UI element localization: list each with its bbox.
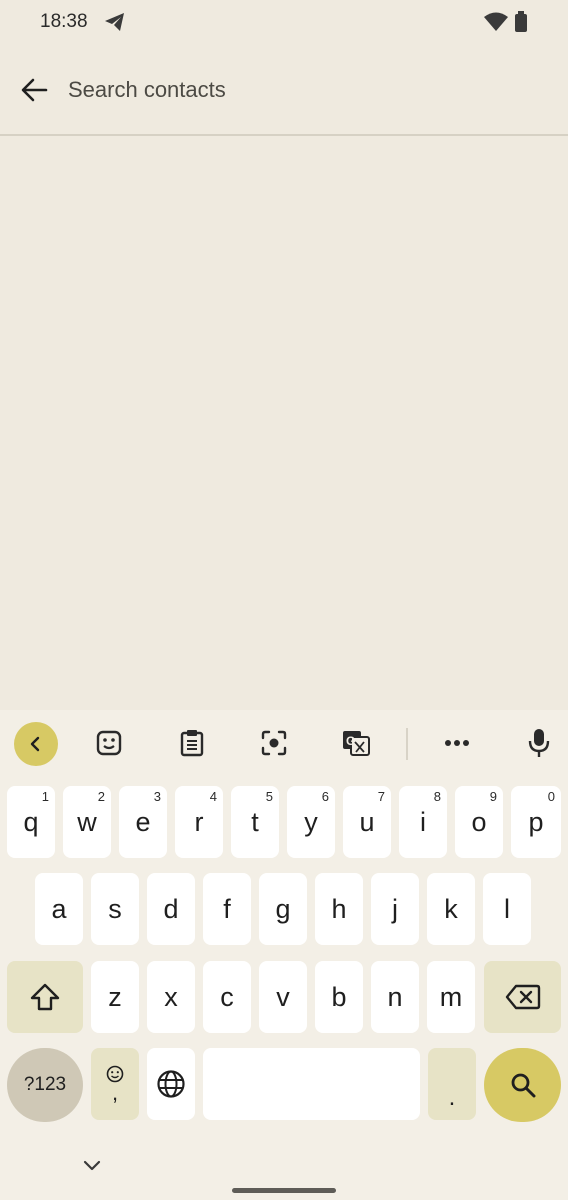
chevron-left-icon <box>30 736 40 752</box>
key-g[interactable]: g <box>259 873 307 945</box>
search-enter-key[interactable] <box>484 1048 561 1122</box>
mic-icon <box>528 729 550 757</box>
key-m[interactable]: m <box>427 961 475 1033</box>
translate-button[interactable]: G <box>333 720 379 766</box>
key-w[interactable]: w2 <box>63 786 111 858</box>
keyboard: G q1 w2 e3 r4 t5 y6 u7 i8 o9 p0 a s d f … <box>0 710 568 1200</box>
period-key[interactable]: . <box>428 1048 476 1120</box>
key-u[interactable]: u7 <box>343 786 391 858</box>
back-button[interactable] <box>10 66 58 114</box>
key-d[interactable]: d <box>147 873 195 945</box>
keyboard-toolbar: G <box>0 710 568 776</box>
key-j[interactable]: j <box>371 873 419 945</box>
key-l[interactable]: l <box>483 873 531 945</box>
battery-icon <box>514 11 528 38</box>
key-x[interactable]: x <box>147 961 195 1033</box>
key-q[interactable]: q1 <box>7 786 55 858</box>
shift-key[interactable] <box>7 961 83 1033</box>
key-i[interactable]: i8 <box>399 786 447 858</box>
key-n[interactable]: n <box>371 961 419 1033</box>
wifi-icon <box>484 12 508 37</box>
key-c[interactable]: c <box>203 961 251 1033</box>
key-e[interactable]: e3 <box>119 786 167 858</box>
clipboard-icon <box>180 730 204 757</box>
key-r[interactable]: r4 <box>175 786 223 858</box>
svg-text:G: G <box>346 734 355 748</box>
language-key[interactable] <box>147 1048 195 1120</box>
mic-button[interactable] <box>516 720 562 766</box>
search-header <box>0 44 568 136</box>
key-t[interactable]: t5 <box>231 786 279 858</box>
hide-keyboard-button[interactable] <box>80 1154 104 1178</box>
status-time: 18:38 <box>40 11 88 32</box>
arrow-back-icon <box>21 78 48 102</box>
sticker-button[interactable] <box>86 720 132 766</box>
symbols-key[interactable]: ?123 <box>7 1048 83 1122</box>
collapse-toolbar-button[interactable] <box>14 722 58 766</box>
more-button[interactable] <box>434 720 480 766</box>
globe-icon <box>157 1070 185 1098</box>
toolbar-divider <box>406 728 408 760</box>
key-o[interactable]: o9 <box>455 786 503 858</box>
chevron-down-icon <box>83 1160 101 1171</box>
more-icon <box>445 740 469 746</box>
telegram-icon <box>104 12 126 37</box>
key-p[interactable]: p0 <box>511 786 561 858</box>
results-area <box>0 138 568 710</box>
key-b[interactable]: b <box>315 961 363 1033</box>
clipboard-button[interactable] <box>169 720 215 766</box>
key-k[interactable]: k <box>427 873 475 945</box>
comma-key[interactable]: , <box>91 1048 139 1120</box>
backspace-key[interactable] <box>484 961 561 1033</box>
shift-icon <box>30 983 60 1011</box>
key-z[interactable]: z <box>91 961 139 1033</box>
space-key[interactable] <box>203 1048 420 1120</box>
key-a[interactable]: a <box>35 873 83 945</box>
key-v[interactable]: v <box>259 961 307 1033</box>
home-indicator[interactable] <box>232 1188 336 1193</box>
sticker-icon <box>96 730 122 756</box>
key-y[interactable]: y6 <box>287 786 335 858</box>
lens-button[interactable] <box>251 720 297 766</box>
key-f[interactable]: f <box>203 873 251 945</box>
lens-icon <box>261 730 287 756</box>
search-input[interactable] <box>68 72 508 108</box>
translate-icon: G <box>343 731 370 756</box>
key-s[interactable]: s <box>91 873 139 945</box>
backspace-icon <box>505 984 540 1010</box>
key-h[interactable]: h <box>315 873 363 945</box>
status-bar: 18:38 <box>0 0 568 44</box>
search-icon <box>511 1073 535 1098</box>
